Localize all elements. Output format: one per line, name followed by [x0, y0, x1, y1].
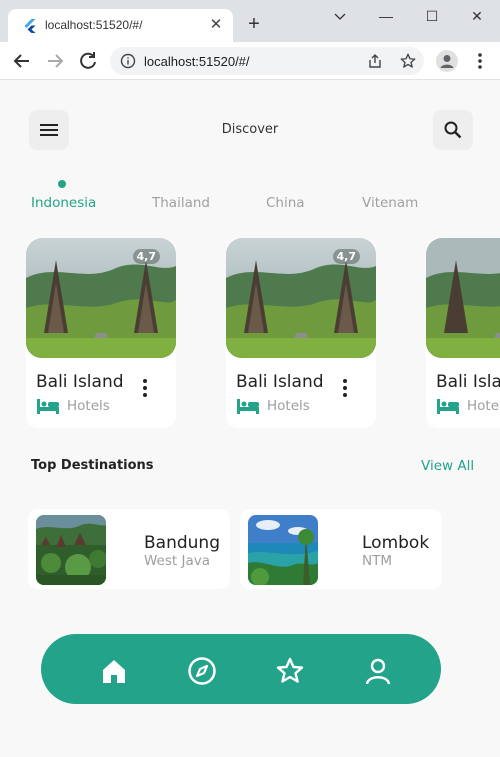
person-icon: [440, 55, 454, 68]
place-type: Hotels: [267, 398, 310, 414]
category-tab-indonesia[interactable]: Indonesia: [31, 195, 96, 211]
rating-badge: 4,7: [332, 249, 360, 264]
info-icon[interactable]: [120, 53, 136, 69]
forward-icon[interactable]: [43, 49, 67, 73]
browser-tab-bar: localhost:51520/#/ ✕ + — ☐ ✕: [0, 0, 500, 42]
minimize-button[interactable]: —: [376, 6, 396, 26]
window-close-button[interactable]: ✕: [467, 6, 487, 26]
bottom-nav: [41, 634, 441, 704]
more-options-icon[interactable]: [338, 377, 352, 399]
place-card[interactable]: 4,7 Bali Island Hotels: [226, 238, 376, 428]
menu-button[interactable]: [29, 110, 69, 150]
section-title: Top Destinations: [31, 458, 154, 473]
share-icon[interactable]: [367, 53, 383, 69]
place-card[interactable]: Bali Isla Hotels: [426, 238, 500, 428]
place-photo: [426, 238, 500, 358]
back-icon[interactable]: [10, 49, 34, 73]
bed-icon: [437, 399, 459, 414]
destination-photo: [36, 515, 106, 585]
tab-search-chevron-icon[interactable]: [330, 6, 350, 26]
reload-icon[interactable]: [76, 49, 100, 73]
page-title: Discover: [221, 122, 279, 137]
category-tab-china[interactable]: China: [266, 195, 305, 211]
destination-name: Lombok: [362, 533, 430, 553]
new-tab-button[interactable]: +: [244, 14, 264, 34]
destination-card[interactable]: Lombok NTM: [240, 509, 442, 589]
bookmark-star-icon[interactable]: [399, 52, 417, 70]
profile-icon[interactable]: [363, 656, 393, 686]
active-category-indicator: [58, 180, 66, 188]
destination-name: Bandung: [144, 533, 220, 553]
browser-toolbar: localhost:51520/#/: [0, 42, 500, 80]
flutter-icon: [24, 19, 36, 33]
destination-photo: [248, 515, 318, 585]
tab-close-icon[interactable]: ✕: [207, 16, 225, 34]
place-name: Bali Isla: [436, 372, 500, 392]
place-name: Bali Island: [236, 372, 324, 392]
url-text[interactable]: localhost:51520/#/: [144, 54, 250, 69]
place-name: Bali Island: [36, 372, 124, 392]
place-card[interactable]: 4,7 Bali Island Hotels: [26, 238, 176, 428]
browser-tab[interactable]: localhost:51520/#/ ✕: [8, 9, 233, 42]
home-icon[interactable]: [99, 656, 129, 686]
star-icon[interactable]: [275, 656, 305, 686]
more-options-icon[interactable]: [138, 377, 152, 399]
compass-icon[interactable]: [187, 656, 217, 686]
place-type: Hotels: [67, 398, 110, 414]
app-screen: Discover Indonesia Thailand China Vitena…: [0, 81, 500, 757]
destination-card[interactable]: Bandung West Java: [28, 509, 230, 589]
bed-icon: [37, 399, 59, 414]
hamburger-icon: [40, 124, 58, 136]
destination-region: West Java: [144, 553, 210, 569]
category-tab-thailand[interactable]: Thailand: [152, 195, 210, 211]
bed-icon: [237, 399, 259, 414]
view-all-link[interactable]: View All: [421, 458, 474, 474]
browser-menu-icon[interactable]: [470, 51, 490, 71]
destination-region: NTM: [362, 553, 392, 569]
profile-avatar[interactable]: [436, 50, 458, 72]
category-tab-vitenam[interactable]: Vitenam: [362, 195, 418, 211]
rating-badge: 4,7: [132, 249, 160, 264]
maximize-button[interactable]: ☐: [422, 6, 442, 26]
search-icon: [444, 121, 462, 139]
search-button[interactable]: [433, 110, 473, 150]
address-bar[interactable]: localhost:51520/#/: [110, 47, 424, 75]
tab-title: localhost:51520/#/: [45, 18, 143, 32]
place-type: Hotels: [467, 398, 500, 414]
